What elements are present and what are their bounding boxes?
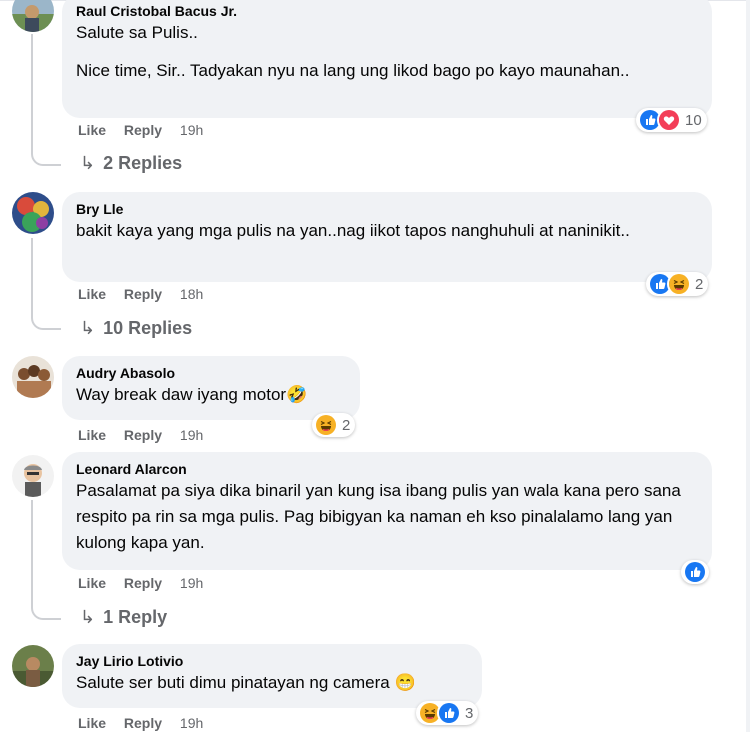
reaction-count: 3 [465,704,474,722]
thread-line [31,500,61,620]
avatar[interactable] [12,455,54,497]
love-icon [657,108,681,132]
comment-bubble: Audry Abasolo Way break daw iyang motor🤣 [62,356,360,420]
comment-bubble: Raul Cristobal Bacus Jr. Salute sa Pulis… [62,0,712,118]
reaction-count: 2 [695,275,704,293]
avatar[interactable] [12,645,54,687]
comment-text: Pasalamat pa siya dika binaril yan kung … [76,481,686,552]
like-icon [437,701,461,725]
comment-text: Way break daw iyang motor🤣 [76,385,308,404]
like-icon [683,560,707,584]
comment-text: bakit kaya yang mga pulis na yan..nag ii… [76,221,630,240]
view-replies-link[interactable]: ↳ 1 Reply [80,607,167,628]
thread-line [31,34,61,166]
comment-actions: Like Reply 19h [78,427,217,443]
replies-label: 1 Reply [103,607,168,627]
reaction-summary[interactable]: 2 [646,272,709,296]
avatar[interactable] [12,0,54,32]
like-button[interactable]: Like [78,286,106,302]
comment-actions: Like Reply 19h [78,122,217,138]
reaction-summary[interactable]: 2 [312,413,356,437]
like-button[interactable]: Like [78,575,106,591]
like-button[interactable]: Like [78,122,106,138]
reply-button[interactable]: Reply [124,575,162,591]
reaction-count: 10 [685,111,702,129]
like-button[interactable]: Like [78,427,106,443]
avatar[interactable] [12,356,54,398]
comment-bubble: Leonard Alarcon Pasalamat pa siya dika b… [62,452,712,570]
avatar[interactable] [12,192,54,234]
replies-label: 2 Replies [103,153,183,173]
reply-arrow-icon: ↳ [80,607,96,627]
view-replies-link[interactable]: ↳ 2 Replies [80,153,182,174]
thread-line [31,238,61,330]
reply-button[interactable]: Reply [124,122,162,138]
comment-actions: Like Reply 19h [78,575,217,591]
comment-bubble: Bry Lle bakit kaya yang mga pulis na yan… [62,192,712,282]
comment-author[interactable]: Raul Cristobal Bacus Jr. [76,2,698,20]
comment-actions: Like Reply 18h [78,286,217,302]
scrollbar-track[interactable] [746,0,750,732]
reply-arrow-icon: ↳ [80,153,96,173]
replies-label: 10 Replies [103,318,193,338]
comment-author[interactable]: Jay Lirio Lotivio [76,652,468,670]
reaction-count: 2 [342,416,351,434]
comment-actions: Like Reply 19h [78,715,217,731]
reply-button[interactable]: Reply [124,427,162,443]
like-button[interactable]: Like [78,715,106,731]
haha-icon [667,272,691,296]
comment-author[interactable]: Audry Abasolo [76,364,346,382]
reply-button[interactable]: Reply [124,286,162,302]
reply-button[interactable]: Reply [124,715,162,731]
comment-timestamp[interactable]: 19h [180,427,203,443]
comment-text: Nice time, Sir.. Tadyakan nyu na lang un… [76,61,630,80]
reaction-summary[interactable]: 10 [636,108,707,132]
comment-timestamp[interactable]: 19h [180,122,203,138]
comment-text: Salute sa Pulis.. [76,23,198,42]
reaction-summary[interactable]: 3 [416,701,479,725]
view-replies-link[interactable]: ↳ 10 Replies [80,318,192,339]
reaction-summary[interactable] [681,560,709,584]
comment-text: Salute ser buti dimu pinatayan ng camera… [76,673,416,692]
comment-timestamp[interactable]: 18h [180,286,203,302]
comment-bubble: Jay Lirio Lotivio Salute ser buti dimu p… [62,644,482,708]
haha-icon [314,413,338,437]
comment-author[interactable]: Leonard Alarcon [76,460,698,478]
comment-author[interactable]: Bry Lle [76,200,698,218]
reply-arrow-icon: ↳ [80,318,96,338]
comment-timestamp[interactable]: 19h [180,715,203,731]
comment-timestamp[interactable]: 19h [180,575,203,591]
